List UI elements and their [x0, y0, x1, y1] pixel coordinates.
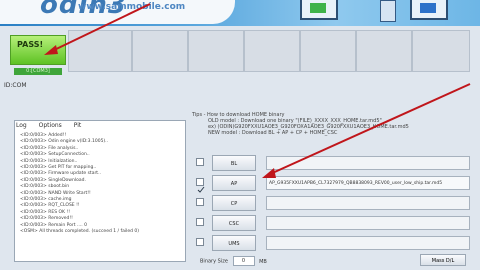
annotation-arrows [44, 3, 471, 178]
arrow-head-ap [262, 168, 276, 178]
arrow-to-ap [267, 83, 471, 176]
arrow-to-pass [49, 3, 151, 53]
arrow-head-pass [44, 45, 58, 55]
